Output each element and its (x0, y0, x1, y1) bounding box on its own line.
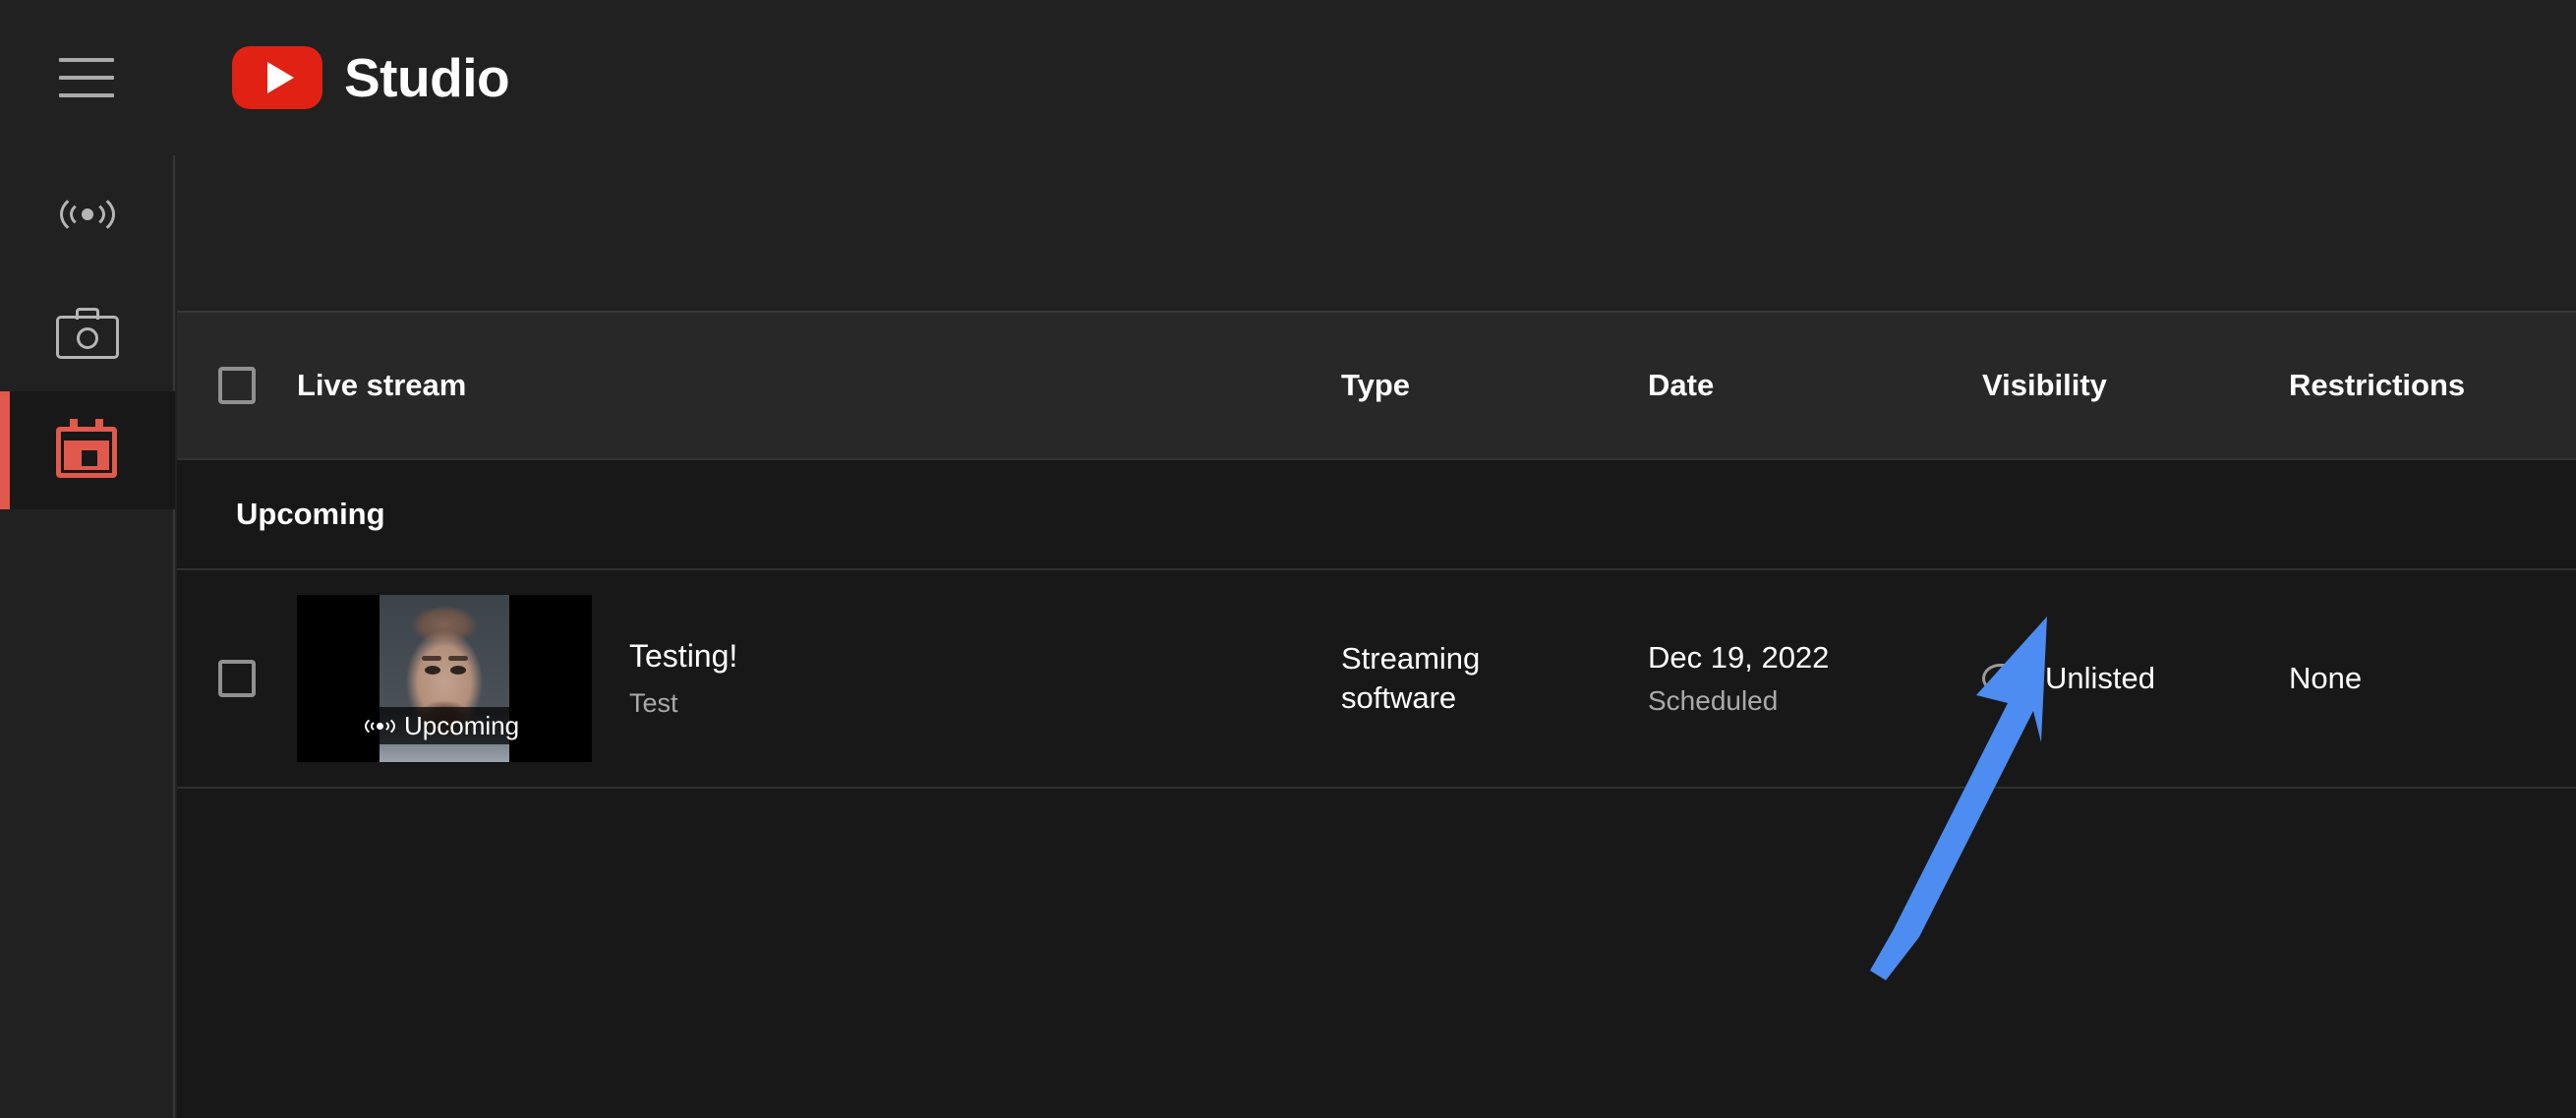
visibility-value: Unlisted (2045, 659, 2155, 698)
thumbnail-detail (425, 666, 440, 675)
type-cell: Streaming software (1341, 639, 1648, 717)
table-row[interactable]: Upcoming Testing! Test Streaming softwar… (177, 570, 2576, 789)
restrictions-value: None (2289, 661, 2362, 695)
camera-lens (77, 327, 98, 349)
column-header-label: Date (1648, 368, 1714, 402)
youtube-play-icon (232, 46, 322, 109)
column-header-label: Live stream (297, 368, 466, 403)
column-header-label: Visibility (1982, 368, 2107, 403)
sidebar-item-webcam[interactable] (0, 273, 175, 391)
broadcast-dot (82, 208, 93, 220)
eye-pupil (1996, 671, 2012, 686)
column-header-live-stream[interactable]: Live stream (297, 368, 1341, 403)
video-text-block: Testing! Test (629, 638, 737, 719)
select-all-cell (177, 367, 297, 404)
date-cell: Dec 19, 2022 Scheduled (1648, 638, 1982, 719)
live-stream-cell: Upcoming Testing! Test (297, 595, 1341, 762)
hamburger-line (59, 76, 114, 80)
section-header-row: Upcoming (177, 460, 2576, 570)
sidebar (0, 155, 175, 1118)
column-header-visibility[interactable]: Visibility (1982, 368, 2289, 403)
content-spacer (177, 155, 2576, 311)
row-checkbox[interactable] (218, 660, 256, 697)
hamburger-line (59, 93, 114, 97)
hamburger-line (59, 58, 114, 62)
visibility-cell[interactable]: Unlisted (1982, 659, 2289, 698)
column-header-date[interactable]: Date (1648, 368, 1982, 403)
video-thumbnail[interactable]: Upcoming (297, 595, 592, 762)
video-title[interactable]: Testing! (629, 638, 737, 675)
column-header-restrictions[interactable]: Restrictions (2289, 368, 2576, 403)
sidebar-item-live-streams[interactable] (0, 155, 175, 273)
active-accent-bar (0, 391, 10, 509)
type-value-line2: software (1341, 678, 1648, 718)
date-value: Dec 19, 2022 (1648, 638, 1982, 677)
main-content: Live stream Type Date Visibility Restric… (177, 155, 2576, 1118)
camera-icon (56, 301, 119, 364)
upcoming-badge: Upcoming (352, 707, 531, 744)
select-all-checkbox[interactable] (218, 367, 256, 404)
restrictions-cell: None (2289, 659, 2576, 698)
broadcast-icon (56, 183, 119, 246)
type-value-line1: Streaming (1341, 639, 1648, 678)
video-description: Test (629, 688, 737, 719)
table-header-row: Live stream Type Date Visibility Restric… (177, 311, 2576, 460)
column-header-label: Restrictions (2289, 368, 2465, 402)
studio-logo[interactable]: Studio (232, 46, 509, 109)
column-header-type[interactable]: Type (1341, 368, 1648, 403)
column-header-label: Type (1341, 368, 1410, 402)
broadcast-dot (377, 723, 383, 730)
date-status: Scheduled (1648, 683, 1982, 719)
top-bar: Studio (0, 0, 2576, 155)
upcoming-badge-label: Upcoming (404, 711, 519, 741)
thumbnail-detail (422, 656, 441, 661)
brand-label: Studio (344, 46, 509, 109)
thumbnail-detail (448, 656, 468, 661)
thumbnail-detail (450, 666, 466, 675)
calendar-day-marker (82, 450, 97, 466)
row-select-cell (177, 660, 297, 697)
eye-icon (1982, 664, 2025, 693)
broadcast-icon (364, 715, 395, 736)
sidebar-item-schedule[interactable] (0, 391, 175, 509)
calendar-icon (56, 419, 119, 482)
hamburger-menu-icon[interactable] (59, 58, 114, 97)
play-triangle (267, 62, 294, 93)
section-title: Upcoming (236, 497, 385, 532)
